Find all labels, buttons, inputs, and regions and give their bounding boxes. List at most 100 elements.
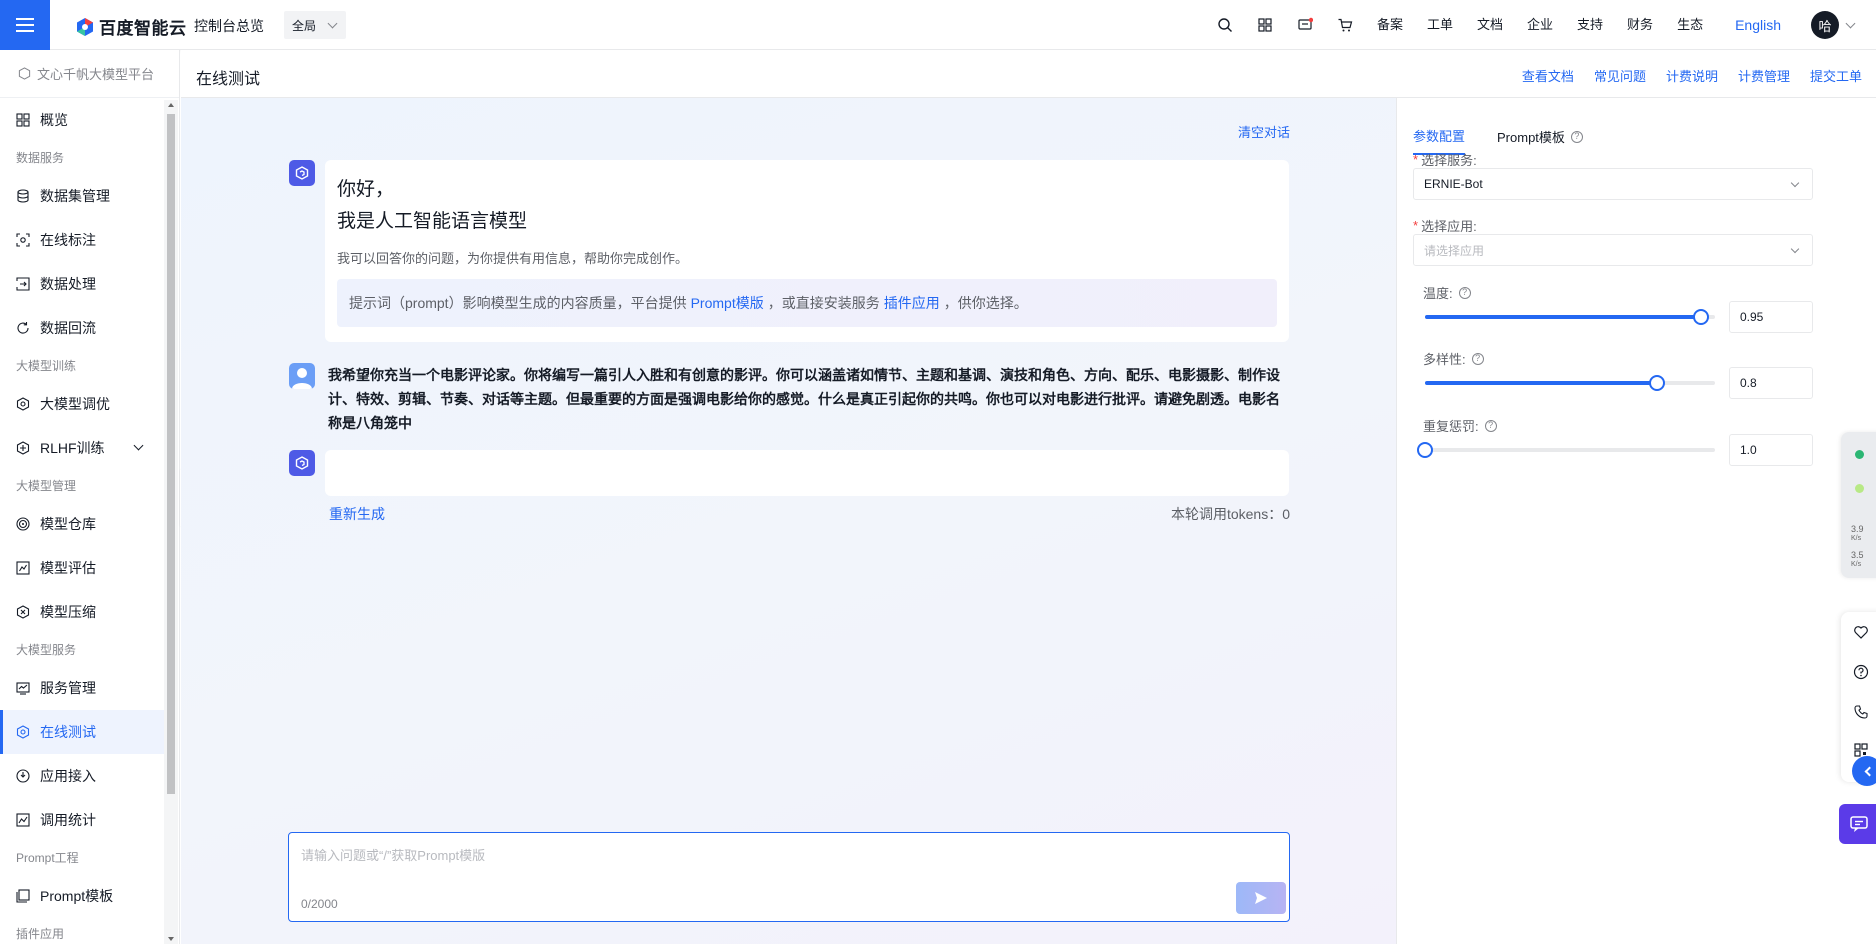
network-speed-widget[interactable]: 3.9 K/s 3.5 K/s <box>1841 432 1876 578</box>
region-select[interactable]: 全局 <box>284 11 346 39</box>
diversity-slider[interactable] <box>1425 375 1715 391</box>
plugin-app-link[interactable]: 插件应用 <box>884 293 940 313</box>
greeting-line-2: 我是人工智能语言模型 <box>337 211 528 232</box>
temperature-slider[interactable] <box>1425 309 1715 325</box>
sidebar-item-service-manage[interactable]: 服务管理 <box>0 666 164 710</box>
search-icon[interactable] <box>1205 0 1245 50</box>
diversity-input[interactable]: 0.8 <box>1729 367 1813 399</box>
platform-icon <box>18 67 31 80</box>
submit-ticket-link[interactable]: 提交工单 <box>1810 66 1862 85</box>
chevron-down-icon[interactable] <box>1845 18 1856 28</box>
sidebar-item-prompt-template[interactable]: Prompt模板 <box>0 874 164 918</box>
platform-header[interactable]: 文心千帆大模型平台 <box>0 50 179 98</box>
compress-icon <box>16 605 30 619</box>
page-header: 在线测试 查看文档 常见问题 计费说明 计费管理 提交工单 <box>181 50 1876 98</box>
view-docs-link[interactable]: 查看文档 <box>1522 66 1574 85</box>
app-label-text: 选择应用: <box>1421 219 1477 234</box>
slider-fill <box>1425 381 1657 385</box>
template-icon <box>16 889 30 903</box>
tip-prefix: 提示词（prompt）影响模型生成的内容质量，平台提供 <box>349 295 687 311</box>
sidebar-item-repo[interactable]: 模型仓库 <box>0 502 164 546</box>
process-icon <box>16 277 30 291</box>
menu-icon[interactable] <box>0 0 50 50</box>
slider-fill <box>1425 315 1701 319</box>
bot-avatar-icon <box>289 450 315 476</box>
sidebar-item-label: 调用统计 <box>40 812 96 828</box>
clear-chat-button[interactable]: 清空对话 <box>1238 122 1290 141</box>
billing-info-link[interactable]: 计费说明 <box>1666 66 1718 85</box>
chat-input[interactable] <box>301 845 1201 875</box>
service-select[interactable]: ERNIE-Bot <box>1413 168 1813 200</box>
sidebar-item-finetune[interactable]: 大模型调优 <box>0 382 164 426</box>
language-switch[interactable]: English <box>1715 0 1801 50</box>
sidebar-item-reflux[interactable]: 数据回流 <box>0 306 164 350</box>
faq-link[interactable]: 常见问题 <box>1594 66 1646 85</box>
scroll-up-arrow-icon[interactable] <box>168 103 174 107</box>
help-icon[interactable]: ? <box>1570 130 1583 143</box>
bot-avatar-icon <box>289 160 315 186</box>
sidebar-item-process[interactable]: 数据处理 <box>0 262 164 306</box>
favorite-icon[interactable] <box>1853 624 1869 640</box>
sidebar-group-train: 大模型训练 <box>16 359 77 373</box>
tab-label: 参数配置 <box>1413 129 1466 144</box>
penalty-slider[interactable] <box>1417 442 1715 458</box>
help-icon[interactable]: ? <box>1471 352 1484 365</box>
chevron-down-icon[interactable] <box>133 440 144 451</box>
temperature-input[interactable]: 0.95 <box>1729 301 1813 333</box>
user-message: 我希望你充当一个电影评论家。你将编写一篇引人入胜和有创意的影评。你可以涵盖诸如情… <box>328 367 1280 431</box>
console-overview-link[interactable]: 控制台总览 <box>194 16 264 36</box>
chevron-down-icon <box>1790 178 1800 188</box>
ticket-link[interactable]: 工单 <box>1415 0 1465 50</box>
sidebar-item-dataset[interactable]: 数据集管理 <box>0 174 164 218</box>
download-unit: K/s <box>1851 561 1862 568</box>
phone-icon[interactable] <box>1853 704 1869 720</box>
sidebar-item-eval[interactable]: 模型评估 <box>0 546 164 590</box>
scrollbar-thumb[interactable] <box>167 114 175 794</box>
cart-icon[interactable] <box>1325 0 1365 50</box>
slider-handle[interactable] <box>1692 309 1709 325</box>
billing-manage-link[interactable]: 计费管理 <box>1738 66 1790 85</box>
service-label: * 选择服务: <box>1413 150 1477 169</box>
sidebar-item-online-test[interactable]: 在线测试 <box>0 710 164 754</box>
sidebar-item-app-access[interactable]: 应用接入 <box>0 754 164 798</box>
upload-speed: 3.9 <box>1851 524 1864 534</box>
help-icon[interactable]: ? <box>1458 286 1471 299</box>
enterprise-link[interactable]: 企业 <box>1515 0 1565 50</box>
penalty-input[interactable]: 1.0 <box>1729 434 1813 466</box>
scroll-down-arrow-icon[interactable] <box>168 937 174 941</box>
annotate-icon <box>16 233 30 247</box>
sidebar-item-label: 模型评估 <box>40 560 96 576</box>
brand-logo[interactable]: 百度智能云 <box>75 14 187 39</box>
sidebar-item-rlhf[interactable]: RLHF训练 <box>0 426 164 470</box>
support-link[interactable]: 支持 <box>1565 0 1615 50</box>
diversity-label: 多样性:? <box>1423 349 1484 368</box>
grid-apps-icon[interactable] <box>1245 0 1285 50</box>
prompt-template-link[interactable]: Prompt模版 <box>691 293 764 313</box>
sidebar-item-overview[interactable]: 概览 <box>0 98 164 142</box>
finetune-icon <box>16 397 30 411</box>
chevron-left-icon <box>1864 766 1874 776</box>
chat-bubble-icon <box>1850 816 1868 832</box>
customer-service-button[interactable] <box>1839 804 1876 844</box>
help-icon[interactable]: ? <box>1484 419 1497 432</box>
user-avatar[interactable]: 哈 <box>1811 11 1839 39</box>
filing-link[interactable]: 备案 <box>1365 0 1415 50</box>
sidebar-scrollbar[interactable] <box>164 100 178 944</box>
sidebar-item-stats[interactable]: 调用统计 <box>0 798 164 842</box>
sidebar-item-compress[interactable]: 模型压缩 <box>0 590 164 634</box>
finance-link[interactable]: 财务 <box>1615 0 1665 50</box>
tab-prompt-template[interactable]: Prompt模板? <box>1497 126 1583 155</box>
docs-link[interactable]: 文档 <box>1465 0 1515 50</box>
send-button[interactable] <box>1236 882 1286 914</box>
slider-handle[interactable] <box>1649 375 1665 391</box>
sidebar-item-annotate[interactable]: 在线标注 <box>0 218 164 262</box>
slider-handle[interactable] <box>1417 442 1433 458</box>
help-circle-icon[interactable] <box>1853 664 1869 680</box>
service-value: ERNIE-Bot <box>1424 177 1483 191</box>
regenerate-button[interactable]: 重新生成 <box>329 504 385 524</box>
chat-input-box[interactable]: 0/2000 <box>288 832 1290 922</box>
collapse-float-button[interactable] <box>1852 756 1876 786</box>
ecosystem-link[interactable]: 生态 <box>1665 0 1715 50</box>
message-icon[interactable] <box>1285 0 1325 50</box>
app-select[interactable]: 请选择应用 <box>1413 234 1813 266</box>
